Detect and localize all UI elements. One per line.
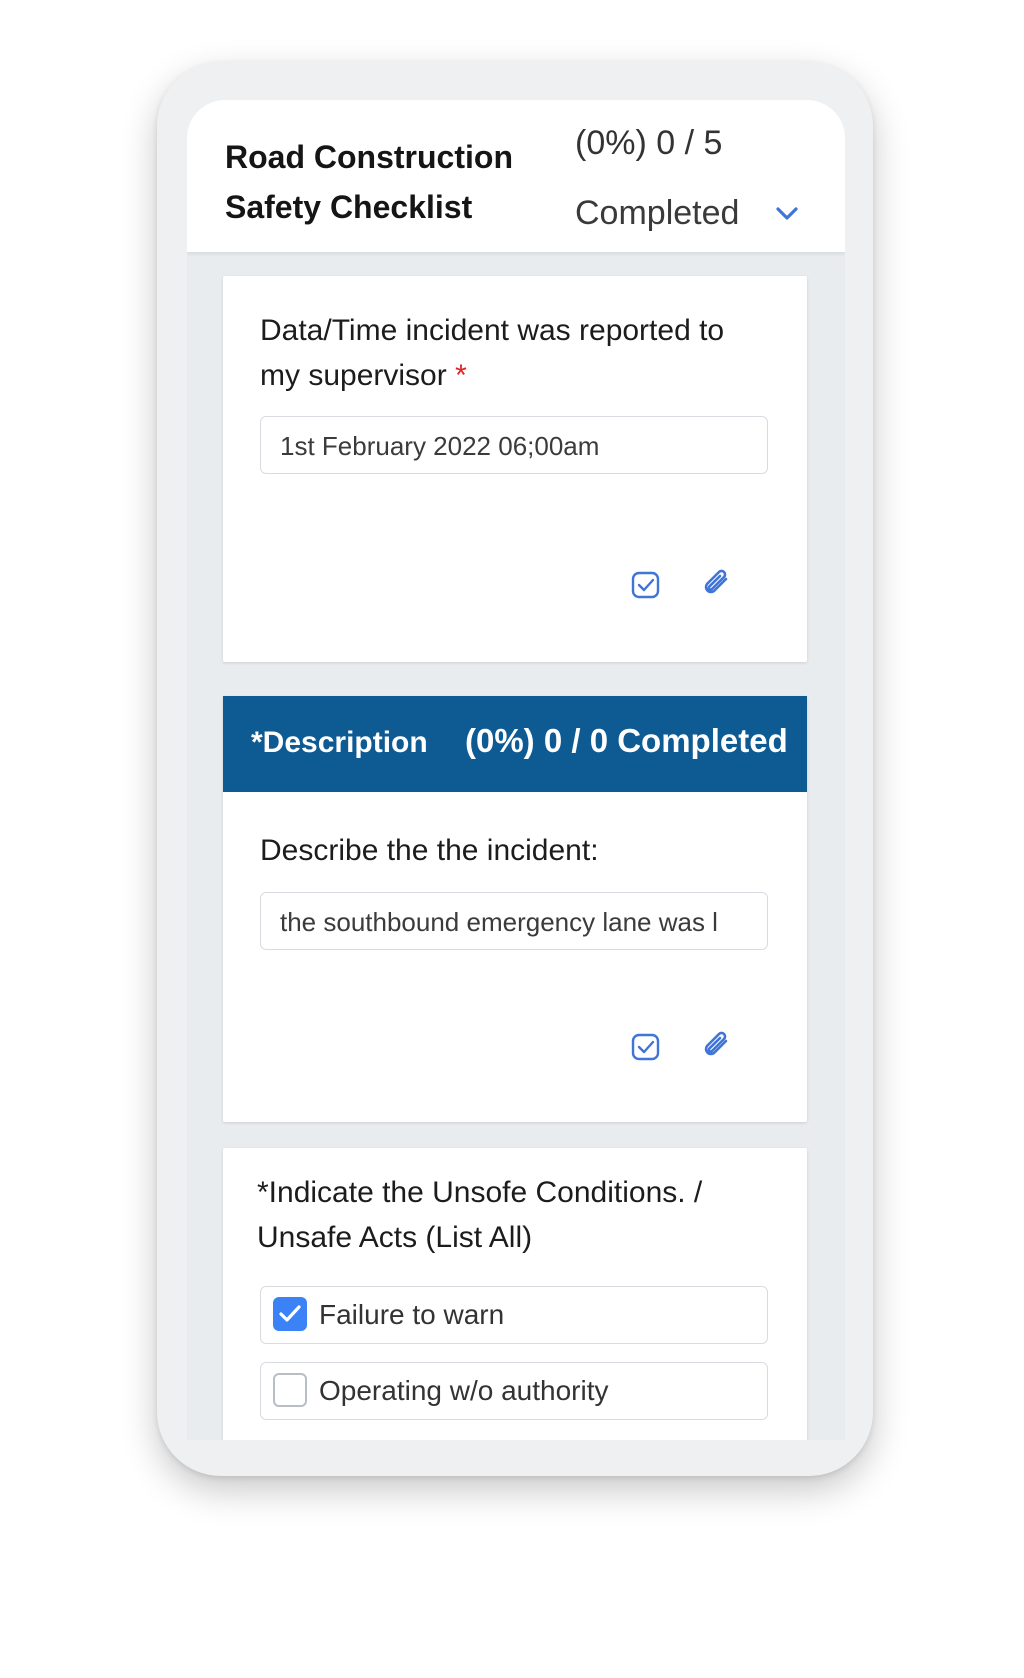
- question-label: Describe the the incident:: [260, 834, 599, 867]
- app-screen: Road Construction Safety Checklist (0%) …: [187, 100, 845, 1440]
- progress-status: Completed: [575, 194, 740, 232]
- chevron-down-icon[interactable]: [775, 204, 799, 224]
- checkbox-edit-icon[interactable]: [629, 1030, 663, 1064]
- section-title: *Description: [251, 726, 428, 759]
- progress-count: (0%) 0 / 5: [575, 124, 723, 162]
- checklist-title-line-2: Safety Checklist: [225, 189, 473, 225]
- checklist-title: Road Construction Safety Checklist: [225, 132, 545, 232]
- checklist-title-line-1: Road Construction: [225, 139, 513, 175]
- checkbox-unchecked[interactable]: [273, 1373, 307, 1407]
- question-line-2: Unsafe Acts (List All): [257, 1221, 533, 1254]
- checkmark-icon: [279, 1305, 301, 1322]
- incident-description-input[interactable]: the southbound emergency lane was l: [260, 892, 768, 950]
- question-text: Data/Time incident was reported to my su…: [260, 314, 725, 392]
- option-operating-without-authority[interactable]: Operating w/o authority: [260, 1362, 768, 1420]
- section-header[interactable]: *Description (0%) 0 / 0 Completed: [223, 696, 807, 792]
- unsafe-conditions-card: *Indicate the Unsofe Conditions. / Unsaf…: [223, 1148, 807, 1440]
- question-line-1: *Indicate the Unsofe Conditions. /: [257, 1176, 703, 1209]
- question-label: Data/Time incident was reported to my su…: [260, 308, 770, 398]
- phone-frame: Road Construction Safety Checklist (0%) …: [157, 62, 873, 1476]
- checkbox-checked[interactable]: [273, 1297, 307, 1331]
- checkbox-edit-icon[interactable]: [629, 568, 663, 602]
- checklist-header: Road Construction Safety Checklist (0%) …: [187, 100, 845, 252]
- option-label: Operating w/o authority: [319, 1375, 609, 1406]
- paperclip-icon[interactable]: [699, 566, 733, 600]
- datetime-input[interactable]: 1st February 2022 06;00am: [260, 416, 768, 474]
- section-progress: (0%) 0 / 0 Completed: [465, 722, 788, 759]
- question-label: *Indicate the Unsofe Conditions. / Unsaf…: [257, 1170, 797, 1260]
- question-card-reported-datetime: Data/Time incident was reported to my su…: [223, 276, 807, 662]
- paperclip-icon[interactable]: [699, 1028, 733, 1062]
- required-mark: *: [455, 359, 467, 392]
- option-failure-to-warn[interactable]: Failure to warn: [260, 1286, 768, 1344]
- option-label: Failure to warn: [319, 1299, 505, 1330]
- description-section-card: *Description (0%) 0 / 0 Completed Descri…: [223, 696, 807, 1122]
